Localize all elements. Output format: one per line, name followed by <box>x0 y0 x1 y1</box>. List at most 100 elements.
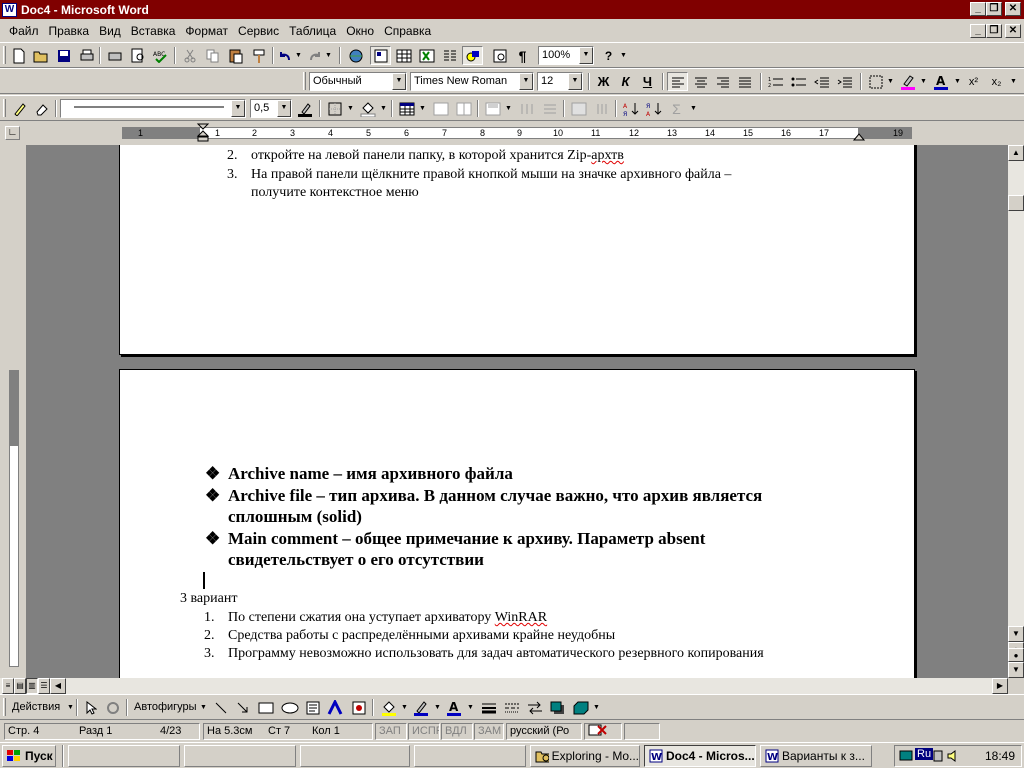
borders-icon[interactable] <box>865 72 886 91</box>
wordart-icon[interactable] <box>324 698 345 717</box>
open-folder-icon[interactable] <box>30 46 51 65</box>
borders-dropdown-icon[interactable]: ▼ <box>887 78 894 85</box>
quicklaunch-slot[interactable] <box>184 745 296 767</box>
web-toolbar-icon[interactable] <box>370 46 391 65</box>
superscript-button[interactable]: x² <box>963 72 984 91</box>
insert-table-dropdown-icon[interactable]: ▼ <box>419 105 426 112</box>
select-browse-object-button[interactable]: ● <box>1008 648 1024 662</box>
redo-icon[interactable] <box>306 46 323 65</box>
outline-view-button[interactable]: ☰ <box>38 678 50 694</box>
menu-file[interactable]: Файл <box>4 24 44 38</box>
rectangle-tool-icon[interactable] <box>255 698 276 717</box>
toolbar-options-icon[interactable]: ▼ <box>593 704 600 711</box>
menu-view[interactable]: Вид <box>94 24 126 38</box>
print-icon[interactable] <box>76 46 97 65</box>
fill-color-icon[interactable] <box>378 698 399 717</box>
normal-view-button[interactable]: ≡ <box>2 678 14 694</box>
status-language[interactable]: русский (Ро <box>506 723 582 740</box>
start-button[interactable]: Пуск <box>2 745 56 767</box>
free-rotate-icon[interactable] <box>102 698 123 717</box>
border-dropdown-icon[interactable]: ▼ <box>347 105 354 112</box>
text-box-icon[interactable] <box>302 698 323 717</box>
sort-ascending-icon[interactable]: АЯ <box>620 99 641 118</box>
shading-dropdown-icon[interactable]: ▼ <box>380 105 387 112</box>
undo-icon[interactable] <box>276 46 293 65</box>
show-hide-pilcrow-icon[interactable]: ¶ <box>512 46 533 65</box>
right-indent-marker-icon[interactable] <box>853 131 865 141</box>
font-color-icon[interactable]: A <box>930 72 951 91</box>
quicklaunch-slot[interactable] <box>68 745 180 767</box>
document-area[interactable]: 2. откройте на левой панели папку, в кот… <box>26 145 1008 678</box>
doc-close-button[interactable]: ✕ <box>1005 24 1021 38</box>
font-color-draw-icon[interactable]: A <box>443 698 464 717</box>
columns-icon[interactable] <box>439 46 460 65</box>
change-text-direction-icon[interactable] <box>591 99 612 118</box>
toolbar-options-icon[interactable]: ▼ <box>690 105 697 112</box>
insert-table-icon[interactable] <box>396 99 417 118</box>
autoshapes-menu[interactable]: Автофигуры <box>134 701 197 713</box>
doc-restore-button[interactable]: ❐ <box>986 24 1002 38</box>
italic-button[interactable]: К <box>615 72 636 91</box>
page-layout-view-button[interactable]: ▥ <box>26 678 38 694</box>
align-top-icon[interactable] <box>482 99 503 118</box>
align-center-icon[interactable] <box>690 72 711 91</box>
menu-table[interactable]: Таблица <box>284 24 341 38</box>
volume-speaker-icon[interactable] <box>947 749 961 763</box>
redo-dropdown-icon[interactable]: ▼ <box>325 52 332 59</box>
toolbar-grip[interactable] <box>3 46 6 64</box>
format-painter-icon[interactable] <box>248 46 269 65</box>
dash-style-icon[interactable] <box>501 698 522 717</box>
vertical-scrollbar[interactable]: ▲ ▼ ▲ ● ▼ <box>1008 145 1024 678</box>
toolbar-options-icon[interactable]: ▼ <box>620 52 627 59</box>
copy-icon[interactable] <box>202 46 223 65</box>
quicklaunch-slot[interactable] <box>414 745 526 767</box>
outside-border-icon[interactable] <box>324 99 345 118</box>
doc-minimize-button[interactable]: _ <box>970 24 986 38</box>
scroll-right-button[interactable]: ▶ <box>992 678 1008 694</box>
shading-color-icon[interactable] <box>357 99 378 118</box>
minimize-button[interactable]: _ <box>970 2 986 16</box>
numbering-icon[interactable]: 12 <box>765 72 786 91</box>
paste-icon[interactable] <box>225 46 246 65</box>
word-app-icon[interactable]: W <box>2 2 17 17</box>
line-tool-icon[interactable] <box>210 698 231 717</box>
autoshapes-dropdown-icon[interactable]: ▼ <box>200 704 207 711</box>
insert-excel-icon[interactable] <box>416 46 437 65</box>
indent-marker-icon[interactable] <box>196 123 212 143</box>
vertical-ruler[interactable] <box>5 145 22 678</box>
increase-indent-icon[interactable] <box>834 72 855 91</box>
select-objects-icon[interactable] <box>80 698 101 717</box>
page-1[interactable]: 2. откройте на левой панели папку, в кот… <box>119 145 915 355</box>
menu-tools[interactable]: Сервис <box>233 24 284 38</box>
merge-cells-icon[interactable] <box>430 99 451 118</box>
menu-format[interactable]: Формат <box>180 24 233 38</box>
menu-insert[interactable]: Вставка <box>126 24 181 38</box>
border-color-pen-icon[interactable] <box>294 99 315 118</box>
line-style-icon[interactable] <box>478 698 499 717</box>
clock[interactable]: 18:49 <box>985 749 1015 763</box>
toolbar-grip[interactable] <box>3 99 6 117</box>
zoom-select[interactable]: 100% ▼ <box>538 46 594 65</box>
scroll-left-button[interactable]: ◀ <box>50 678 66 694</box>
arrow-tool-icon[interactable] <box>232 698 253 717</box>
oval-tool-icon[interactable] <box>279 698 300 717</box>
fill-color-dropdown-icon[interactable]: ▼ <box>401 704 408 711</box>
status-record-macro[interactable]: ЗАП <box>375 723 407 740</box>
underline-button[interactable]: Ч <box>637 72 658 91</box>
3d-icon[interactable] <box>570 698 591 717</box>
highlight-icon[interactable] <box>897 72 918 91</box>
cut-icon[interactable] <box>179 46 200 65</box>
page-2[interactable]: ❖ Archive name – имя архивного файла ❖ A… <box>119 369 915 678</box>
keyboard-language-indicator[interactable]: Ru <box>915 748 934 760</box>
next-page-button[interactable]: ▼ <box>1008 662 1024 678</box>
bold-button[interactable]: Ж <box>593 72 614 91</box>
font-color-dropdown-icon[interactable]: ▼ <box>954 78 961 85</box>
status-page-section[interactable]: Стр. 4 Разд 1 4/23 <box>4 723 200 740</box>
menu-edit[interactable]: Правка <box>44 24 95 38</box>
print-preview-magnifier-icon[interactable] <box>127 46 148 65</box>
table-autoformat-icon[interactable] <box>568 99 589 118</box>
sort-descending-icon[interactable]: ЯА <box>643 99 664 118</box>
decrease-indent-icon[interactable] <box>811 72 832 91</box>
align-left-icon[interactable] <box>667 72 688 91</box>
highlight-dropdown-icon[interactable]: ▼ <box>920 78 927 85</box>
